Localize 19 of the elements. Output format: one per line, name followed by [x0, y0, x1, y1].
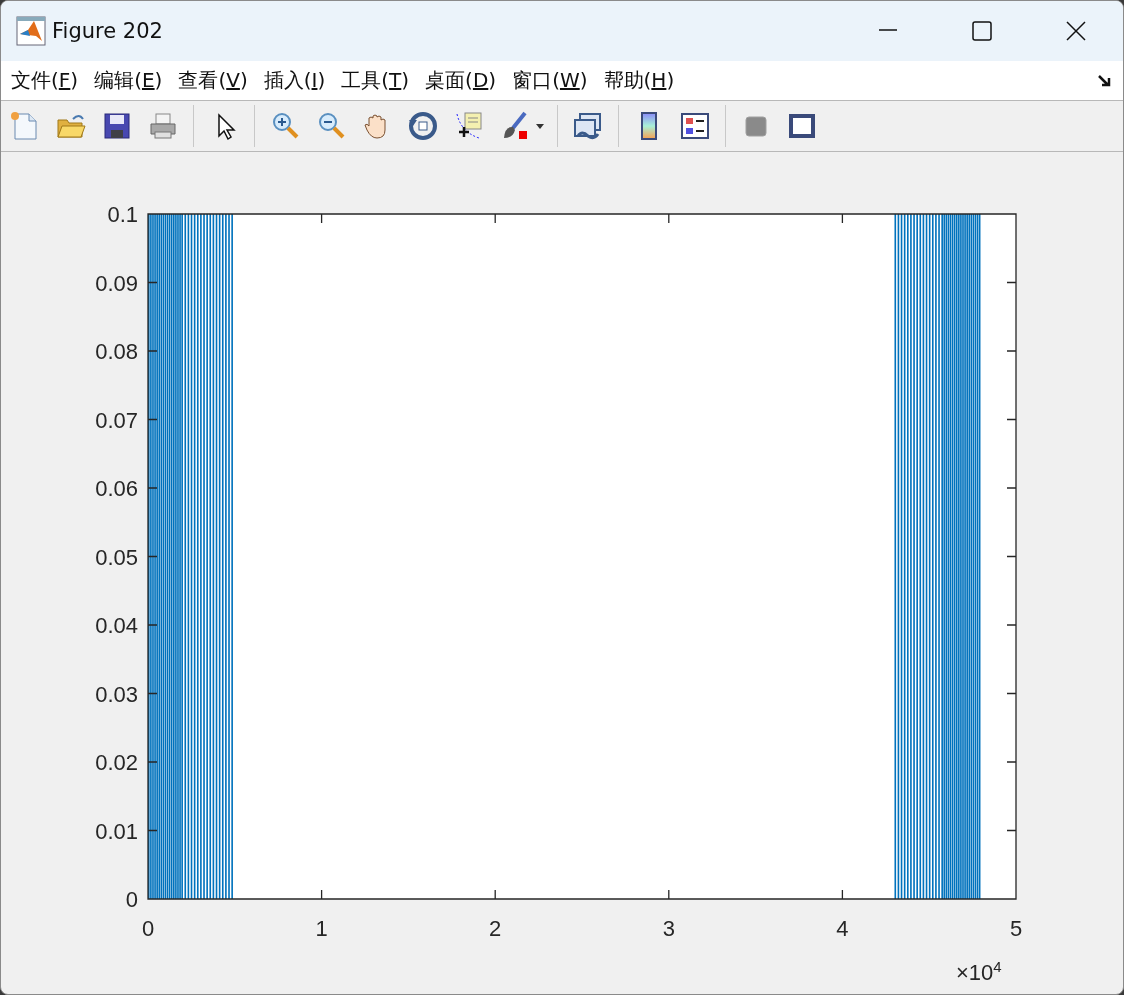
x-tick-label: 5 — [1009, 916, 1023, 941]
y-tick-label: 0.02 — [95, 750, 138, 775]
x-tick-label: 4 — [836, 916, 849, 941]
y-tick-label: 0.04 — [95, 613, 138, 638]
y-tick-label: 0.09 — [95, 270, 138, 296]
y-tick-label: 0.01 — [95, 818, 138, 844]
window-title: Figure 202 — [52, 19, 164, 43]
y-tick-label: 0 — [125, 887, 138, 912]
x-tick-label: 2 — [489, 916, 502, 941]
y-tick-label: 0.03 — [95, 681, 138, 707]
y-tick-label: 0.07 — [95, 407, 138, 433]
x-tick-label: 0 — [141, 916, 155, 941]
axis-exponent-label: ×10$^{4}$ — [956, 958, 1002, 987]
y-tick-label: 0.1 — [107, 202, 138, 227]
y-tick-label: 0.05 — [95, 544, 138, 570]
y-tick-label: 0.06 — [95, 476, 138, 501]
x-tick-label: 3 — [662, 916, 675, 941]
x-tick-label: 1 — [315, 916, 328, 941]
y-tick-label: 0.08 — [95, 339, 138, 364]
